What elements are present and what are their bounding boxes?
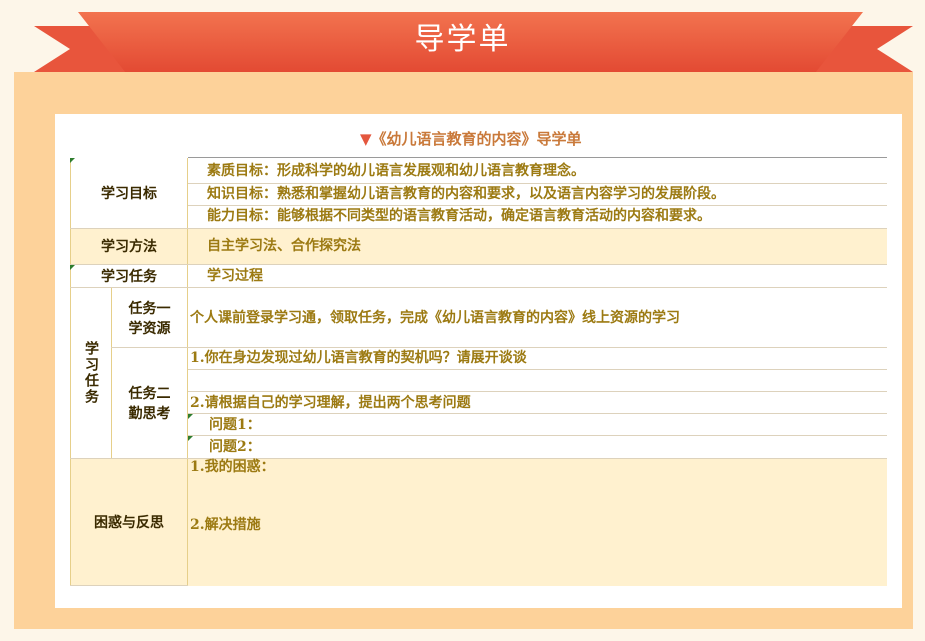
tasks-vertical-label: 学习任务 bbox=[83, 341, 99, 405]
methods-row-bg bbox=[70, 228, 887, 264]
task2-question1: 1.你在身边发现过幼儿语言教育的契机吗？请展开谈谈 bbox=[190, 350, 527, 366]
task2-question2: 2.请根据自己的学习理解，提出两个思考问题 bbox=[190, 395, 471, 411]
triangle-icon: ▼ bbox=[360, 130, 372, 148]
banner: 导学单 bbox=[0, 0, 925, 80]
reflection-label: 困惑与反思 bbox=[94, 514, 164, 531]
task2-label-line1: 任务二 bbox=[128, 386, 171, 402]
corner-mark bbox=[188, 436, 193, 441]
top-rule bbox=[188, 157, 887, 158]
reflection-item1: 1.我的困惑： bbox=[190, 459, 275, 475]
task2-problem1: 问题1： bbox=[209, 417, 261, 433]
task1-label-line1: 任务一 bbox=[128, 300, 171, 317]
row-divider bbox=[70, 585, 188, 586]
label-separator bbox=[187, 158, 188, 586]
methods-value: 自主学习法、合作探究法 bbox=[207, 238, 361, 254]
banner-title: 导学单 bbox=[414, 22, 511, 57]
task1-label: 任务一 学资源 bbox=[112, 288, 187, 347]
goals-label: 学习目标 bbox=[101, 186, 157, 202]
task1-label-line2: 学资源 bbox=[128, 320, 171, 337]
tasks-header-label: 学习任务 bbox=[101, 268, 157, 285]
corner-mark bbox=[188, 414, 193, 419]
goal-item: 知识目标：熟悉和掌握幼儿语言教育的内容和要求，以及语言内容学习的发展阶段。 bbox=[207, 186, 725, 202]
answer-line bbox=[188, 391, 887, 392]
row-divider bbox=[70, 228, 887, 229]
reflection-item2: 2.解决措施 bbox=[190, 517, 261, 533]
task2-label-line2: 勤思考 bbox=[128, 406, 171, 422]
goal-item: 素质目标：形成科学的幼儿语言发展观和幼儿语言教育理念。 bbox=[207, 163, 585, 179]
goal-item: 能力目标：能够根据不同类型的语言教育活动，确定语言教育活动的内容和要求。 bbox=[207, 208, 711, 224]
task2-problem2: 问题2： bbox=[209, 439, 261, 455]
row-divider bbox=[70, 264, 887, 265]
document-title-text: 《幼儿语言教育的内容》导学单 bbox=[371, 130, 582, 148]
row-divider bbox=[70, 287, 887, 288]
document-title: ▼《幼儿语言教育的内容》导学单 bbox=[360, 128, 582, 149]
methods-label: 学习方法 bbox=[101, 239, 157, 255]
answer-line bbox=[188, 435, 887, 436]
answer-line bbox=[188, 369, 887, 370]
task2-label: 任务二 勤思考 bbox=[112, 348, 187, 458]
task1-value: 个人课前登录学习通，领取任务，完成《幼儿语言教育的内容》线上资源的学习 bbox=[190, 310, 680, 326]
tasks-header-value: 学习过程 bbox=[207, 268, 263, 284]
answer-line bbox=[188, 413, 887, 414]
